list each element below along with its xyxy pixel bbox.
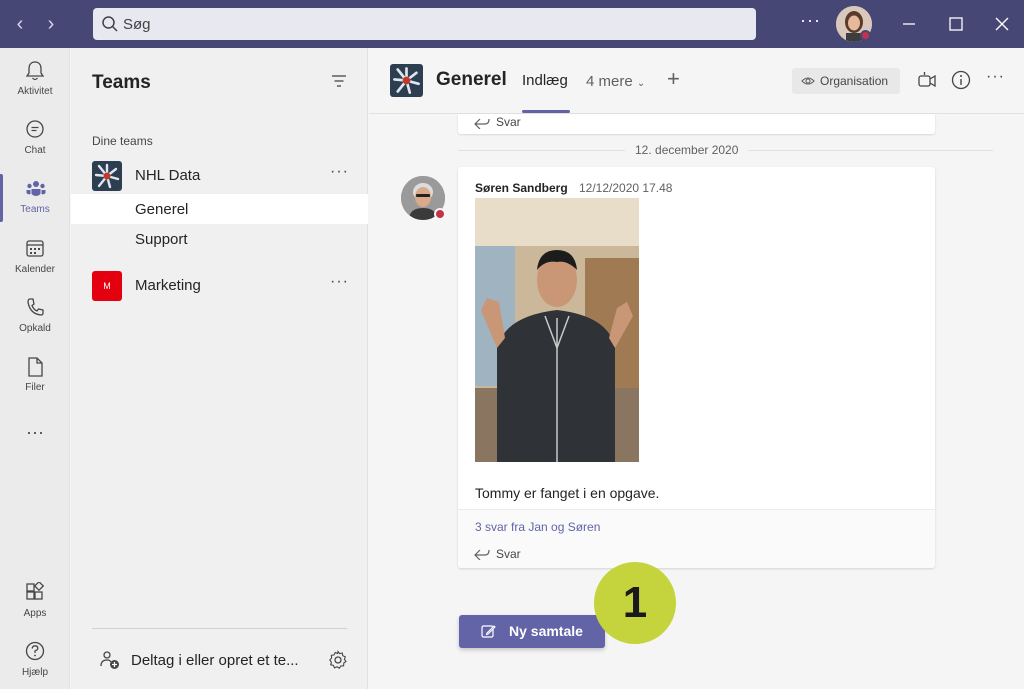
search-placeholder: Søg [123,16,151,33]
rail-item-calls[interactable]: Opkald [0,289,70,345]
filter-icon[interactable] [331,74,347,88]
channel-title: Generel [436,69,507,90]
message-body: Tommy er fanget i en opgave. [475,485,660,501]
step-number: 1 [622,578,648,627]
join-or-create-team-link[interactable]: Deltag i eller opret et te... [131,652,299,669]
compose-icon [481,625,496,638]
chat-icon [26,120,44,138]
back-arrow-icon[interactable]: ‹ [9,12,31,36]
forward-arrow-icon[interactable]: › [40,12,62,36]
rail-label: Apps [23,608,47,619]
more-apps-icon[interactable]: ··· [0,422,70,443]
rail-label: Hjælp [21,667,49,678]
more-options-icon[interactable]: ··· [800,10,821,31]
date-label: 12. december 2020 [625,143,749,157]
teams-panel: Teams Dine teams NHL Data ··· Generel Su… [71,48,368,689]
rail-item-teams[interactable]: Teams [0,170,70,226]
channel-generel[interactable]: Generel [71,194,368,224]
tab-more-dropdown[interactable]: 4 mere ⌄ [586,73,645,90]
info-icon[interactable] [951,70,971,92]
rail-item-apps[interactable]: Apps [0,574,70,630]
rail-label: Kalender [14,264,56,275]
file-icon [28,357,43,377]
main-pane: Generel Indlæg 4 mere ⌄ + Organisation ·… [369,48,1024,689]
title-bar: ‹ › Søg ··· [0,0,1024,48]
team-more-icon[interactable]: ··· [330,163,349,181]
channel-header: Generel Indlæg 4 mere ⌄ + Organisation ·… [369,48,1024,114]
search-input[interactable]: Søg [93,8,756,40]
new-conversation-label: Ny samtale [509,623,583,639]
rail-item-chat[interactable]: Chat [0,111,70,167]
tab-more-label: 4 mere [586,73,633,90]
reply-icon [474,549,490,560]
channel-support[interactable]: Support [71,224,368,254]
teams-icon [26,181,46,196]
rail-item-files[interactable]: Filer [0,348,70,404]
team-avatar [92,161,122,191]
rail-label: Opkald [19,323,51,334]
gear-icon[interactable] [328,650,348,670]
rail-label: Aktivitet [17,86,53,97]
previous-post-reply[interactable]: Svar [458,114,935,134]
team-name: Marketing [135,277,201,294]
team-row-marketing[interactable]: M Marketing ··· [71,269,368,301]
add-tab-button[interactable]: + [667,66,680,92]
close-icon[interactable] [990,12,1014,36]
message-card: Søren Sandberg 12/12/2020 17.48 Tommy er… [458,167,935,568]
channel-name: Support [135,231,188,248]
chevron-down-icon: ⌄ [636,78,646,89]
meet-now-icon[interactable] [917,70,937,92]
rail-item-help[interactable]: Hjælp [0,633,70,689]
presence-busy-icon [860,30,871,41]
reply-button[interactable]: Svar [496,547,521,561]
replies-link[interactable]: 3 svar fra Jan og Søren [475,520,600,534]
team-avatar: M [92,271,122,301]
phone-icon [27,298,44,316]
team-row-nhl-data[interactable]: NHL Data ··· [71,159,368,191]
channel-name: Generel [135,201,189,218]
channel-avatar [390,64,423,97]
team-name: NHL Data [135,167,201,184]
organisation-label: Organisation [820,74,889,88]
message-image[interactable] [475,198,639,462]
reply-label: Svar [496,115,521,129]
new-conversation-button[interactable]: Ny samtale [459,615,605,648]
message-timestamp: 12/12/2020 17.48 [579,181,673,195]
minimize-icon[interactable] [897,12,921,36]
rail-item-activity[interactable]: Aktivitet [0,52,70,108]
help-icon [25,641,45,661]
apps-icon [26,582,45,600]
message-replies: 3 svar fra Jan og Søren Svar [458,509,935,568]
maximize-icon[interactable] [944,12,968,36]
step-number-badge: 1 [594,562,676,644]
presence-busy-icon [434,208,446,220]
bell-icon [25,61,45,81]
eye-icon [801,77,815,85]
organisation-button[interactable]: Organisation [792,68,900,94]
search-icon [102,16,118,32]
team-more-icon[interactable]: ··· [330,273,349,291]
tab-posts[interactable]: Indlæg [522,72,568,89]
rail-label: Chat [24,145,46,156]
join-team-icon[interactable] [100,650,120,670]
channel-more-icon[interactable]: ··· [986,68,1005,86]
calendar-icon [26,240,44,257]
panel-title: Teams [92,72,151,93]
divider [92,628,347,629]
tab-active-indicator [522,110,570,113]
rail-label: Filer [25,382,45,393]
rail-item-calendar[interactable]: Kalender [0,230,70,286]
section-label: Dine teams [92,134,153,148]
rail-label: Teams [20,204,50,215]
app-rail: Aktivitet Chat Teams Kalender Opkald Fil… [0,48,70,689]
reply-icon [474,118,490,129]
message-author[interactable]: Søren Sandberg [475,181,568,195]
